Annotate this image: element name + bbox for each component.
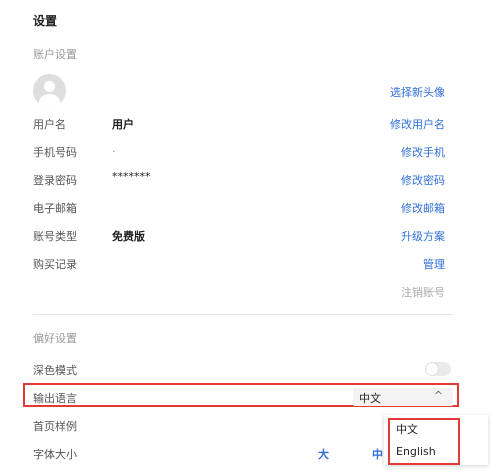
change-phone-button[interactable]: 修改手机 [401,144,445,160]
account-section-title: 账户设置 [33,48,77,61]
dark-mode-label: 深色模式 [33,364,77,377]
avatar-body-shape [39,94,60,107]
cancel-account-button[interactable]: 注销账号 [401,284,445,300]
page-title: 设置 [33,14,58,28]
chevron-up-icon: ^ [433,389,443,402]
choose-avatar-button[interactable]: 选择新头像 [390,84,445,100]
dropdown-highlight [388,418,460,465]
change-username-button[interactable]: 修改用户名 [390,116,445,132]
section-divider [33,314,453,315]
upgrade-plan-button[interactable]: 升级方案 [401,228,445,244]
purchase-history-label: 购买记录 [33,258,77,271]
email-label: 电子邮箱 [33,202,77,215]
output-language-selected: 中文 [359,392,381,405]
account-type-value: 免费版 [112,230,145,243]
dark-mode-toggle[interactable] [425,362,451,376]
avatar[interactable] [33,74,66,107]
output-language-select[interactable]: 中文 ^ [353,388,453,406]
toggle-knob [426,363,438,375]
phone-value: . [112,142,116,155]
output-language-label: 输出语言 [33,392,77,405]
password-label: 登录密码 [33,174,77,187]
change-email-button[interactable]: 修改邮箱 [401,200,445,216]
preferences-section-title: 偏好设置 [33,332,77,345]
phone-label: 手机号码 [33,146,77,159]
avatar-head-shape [44,81,55,92]
font-size-large-option[interactable]: 大 [318,446,329,462]
font-size-medium-option[interactable]: 中 [372,446,383,462]
font-size-label: 字体大小 [33,448,77,461]
homepage-style-label: 首页样例 [33,420,77,433]
password-value: ******* [112,170,151,183]
manage-purchases-button[interactable]: 管理 [423,256,445,272]
change-password-button[interactable]: 修改密码 [401,172,445,188]
username-value: 用户 [112,118,134,131]
account-type-label: 账号类型 [33,230,77,243]
username-label: 用户名 [33,118,66,131]
